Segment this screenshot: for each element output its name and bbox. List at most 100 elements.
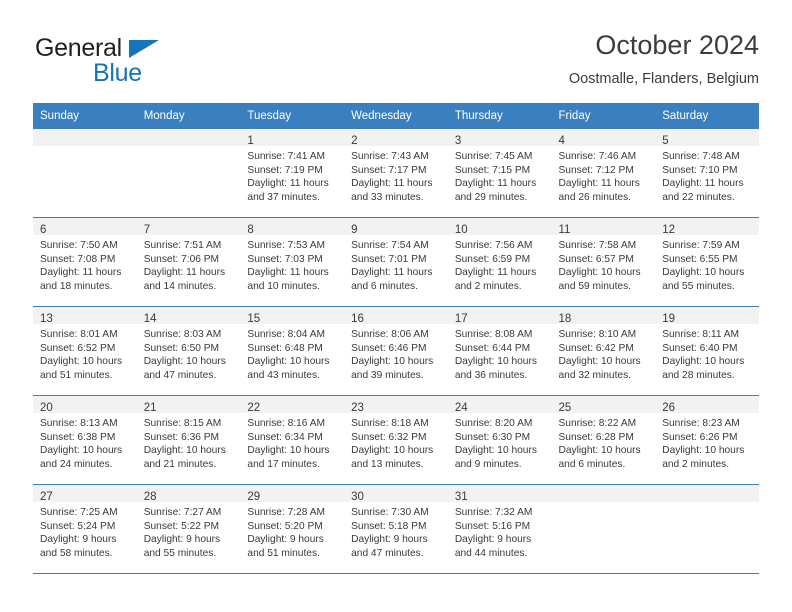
day-number: 30 <box>351 491 364 503</box>
sunset-text: Sunset: 5:22 PM <box>143 520 220 532</box>
daylight-text-line1: Daylight: 10 hours <box>40 445 123 457</box>
daylight-text-line2: and 9 minutes. <box>454 458 522 470</box>
day-cell[interactable]: 20 Sunrise: 8:13 AM Sunset: 6:38 PM Dayligh… <box>33 395 137 485</box>
daylight-text-line2: and 33 minutes. <box>351 191 424 203</box>
sunset-text: Sunset: 7:10 PM <box>662 164 738 176</box>
day-cell[interactable]: 12 Sunrise: 7:59 AM Sunset: 6:55 PM Dayligh… <box>655 217 759 307</box>
day-cell[interactable]: 30 Sunrise: 7:30 AM Sunset: 5:18 PM Dayligh… <box>344 484 448 574</box>
daylight-text-line1: Daylight: 11 hours <box>454 178 537 190</box>
day-number: 4 <box>558 135 565 147</box>
sunrise-text: Sunrise: 7:53 AM <box>247 240 325 251</box>
day-cell[interactable]: 16 Sunrise: 8:06 AM Sunset: 6:46 PM Dayligh… <box>344 306 448 396</box>
day-number: 5 <box>662 135 669 147</box>
day-cell[interactable] <box>136 128 241 218</box>
day-cell[interactable]: 8 Sunrise: 7:53 AM Sunset: 7:03 PM Daylight… <box>240 217 345 307</box>
daylight-text-line1: Daylight: 10 hours <box>558 267 641 279</box>
day-cell[interactable]: 3 Sunrise: 7:45 AM Sunset: 7:15 PM Daylight… <box>447 128 552 218</box>
sunrise-text: Sunrise: 7:46 AM <box>558 151 637 162</box>
sunrise-text: Sunrise: 7:28 AM <box>247 507 325 518</box>
sunrise-text: Sunrise: 7:45 AM <box>454 151 533 162</box>
sunrise-text: Sunrise: 7:50 AM <box>40 240 118 251</box>
daylight-text-line2: and 6 minutes. <box>558 458 626 470</box>
daylight-text-line1: Daylight: 10 hours <box>247 445 330 457</box>
weekday-header-sunday: Sunday <box>33 103 137 129</box>
daylight-text-line2: and 55 minutes. <box>143 547 217 559</box>
day-cell[interactable] <box>655 484 759 574</box>
sunrise-text: Sunrise: 8:11 AM <box>662 329 740 340</box>
day-number: 6 <box>40 224 47 236</box>
day-cell[interactable]: 5 Sunrise: 7:48 AM Sunset: 7:10 PM Daylight… <box>655 128 759 218</box>
day-cell[interactable]: 28 Sunrise: 7:27 AM Sunset: 5:22 PM Dayligh… <box>136 484 241 574</box>
sunset-text: Sunset: 7:06 PM <box>143 253 220 265</box>
day-cell[interactable]: 13 Sunrise: 8:01 AM Sunset: 6:52 PM Dayligh… <box>33 306 137 396</box>
weekday-header-friday: Friday <box>551 103 656 129</box>
day-cell[interactable]: 31 Sunrise: 7:32 AM Sunset: 5:16 PM Dayligh… <box>447 484 552 574</box>
day-number: 14 <box>143 313 157 325</box>
brand-logo[interactable]: General Blue <box>33 28 293 90</box>
sunset-text: Sunset: 6:28 PM <box>558 431 634 443</box>
daylight-text-line1: Daylight: 10 hours <box>247 356 330 368</box>
daylight-text-line2: and 36 minutes. <box>454 369 528 381</box>
day-cell[interactable]: 2 Sunrise: 7:43 AM Sunset: 7:17 PM Daylight… <box>344 128 448 218</box>
daylight-text-line1: Daylight: 10 hours <box>662 356 745 368</box>
sunset-text: Sunset: 7:19 PM <box>247 164 323 176</box>
day-cell[interactable]: 21 Sunrise: 8:15 AM Sunset: 6:36 PM Dayligh… <box>136 395 241 485</box>
day-cell[interactable]: 23 Sunrise: 8:18 AM Sunset: 6:32 PM Dayligh… <box>344 395 448 485</box>
day-cell[interactable] <box>33 128 137 218</box>
day-cell[interactable]: 10 Sunrise: 7:56 AM Sunset: 6:59 PM Dayligh… <box>447 217 552 307</box>
day-number: 9 <box>351 224 358 236</box>
sunset-text: Sunset: 7:03 PM <box>247 253 323 265</box>
daylight-text-line1: Daylight: 10 hours <box>454 445 537 457</box>
sunrise-text: Sunrise: 7:41 AM <box>247 151 325 162</box>
sunrise-text: Sunrise: 7:56 AM <box>454 240 533 251</box>
daylight-text-line2: and 51 minutes. <box>247 547 320 559</box>
daylight-text-line2: and 10 minutes. <box>247 280 320 292</box>
daylight-text-line1: Daylight: 11 hours <box>351 178 433 190</box>
sunrise-text: Sunrise: 7:54 AM <box>351 240 429 251</box>
daylight-text-line2: and 32 minutes. <box>558 369 632 381</box>
title-block: October 2024 Oostmalle, Flanders, Belgiu… <box>569 28 759 90</box>
day-number: 10 <box>454 224 468 236</box>
daylight-text-line1: Daylight: 11 hours <box>454 267 537 279</box>
day-cell[interactable]: 29 Sunrise: 7:28 AM Sunset: 5:20 PM Dayligh… <box>240 484 345 574</box>
sunset-text: Sunset: 6:46 PM <box>351 342 427 354</box>
day-cell[interactable]: 7 Sunrise: 7:51 AM Sunset: 7:06 PM Daylight… <box>136 217 241 307</box>
daylight-text-line1: Daylight: 10 hours <box>351 356 434 368</box>
daylight-text-line2: and 59 minutes. <box>558 280 632 292</box>
sunrise-text: Sunrise: 7:32 AM <box>454 507 533 518</box>
daylight-text-line1: Daylight: 11 hours <box>662 178 744 190</box>
daylight-text-line2: and 14 minutes. <box>143 280 217 292</box>
day-cell[interactable]: 18 Sunrise: 8:10 AM Sunset: 6:42 PM Dayligh… <box>551 306 656 396</box>
daylight-text-line1: Daylight: 10 hours <box>143 445 226 457</box>
sunset-text: Sunset: 7:12 PM <box>558 164 634 176</box>
day-cell[interactable]: 15 Sunrise: 8:04 AM Sunset: 6:48 PM Dayligh… <box>240 306 345 396</box>
day-cell[interactable]: 4 Sunrise: 7:46 AM Sunset: 7:12 PM Daylight… <box>551 128 656 218</box>
day-cell[interactable]: 27 Sunrise: 7:25 AM Sunset: 5:24 PM Dayligh… <box>33 484 137 574</box>
sunset-text: Sunset: 6:59 PM <box>454 253 531 265</box>
day-number: 11 <box>558 224 571 236</box>
day-cell[interactable]: 1 Sunrise: 7:41 AM Sunset: 7:19 PM Daylight… <box>240 128 345 218</box>
page-subtitle: Oostmalle, Flanders, Belgium <box>568 71 759 87</box>
day-cell[interactable]: 6 Sunrise: 7:50 AM Sunset: 7:08 PM Daylight… <box>33 217 137 307</box>
sunset-text: Sunset: 6:40 PM <box>662 342 738 354</box>
day-number: 1 <box>247 135 254 147</box>
day-cell[interactable]: 19 Sunrise: 8:11 AM Sunset: 6:40 PM Dayligh… <box>655 306 759 396</box>
daylight-text-line2: and 28 minutes. <box>662 369 735 381</box>
day-cell[interactable]: 24 Sunrise: 8:20 AM Sunset: 6:30 PM Dayligh… <box>447 395 552 485</box>
day-cell[interactable]: 14 Sunrise: 8:03 AM Sunset: 6:50 PM Dayligh… <box>136 306 241 396</box>
day-cell[interactable]: 11 Sunrise: 7:58 AM Sunset: 6:57 PM Dayligh… <box>551 217 656 307</box>
page-title: October 2024 <box>595 30 759 60</box>
sunset-text: Sunset: 6:42 PM <box>558 342 634 354</box>
daylight-text-line1: Daylight: 9 hours <box>247 534 324 546</box>
day-cell[interactable]: 17 Sunrise: 8:08 AM Sunset: 6:44 PM Dayligh… <box>447 306 552 396</box>
day-cell[interactable]: 26 Sunrise: 8:23 AM Sunset: 6:26 PM Dayligh… <box>655 395 759 485</box>
calendar-header-row: Sunday Monday Tuesday Wednesday Thursday… <box>33 103 759 129</box>
day-number: 20 <box>40 402 53 414</box>
daylight-text-line1: Daylight: 10 hours <box>558 445 641 457</box>
day-cell[interactable]: 25 Sunrise: 8:22 AM Sunset: 6:28 PM Dayligh… <box>551 395 656 485</box>
day-cell[interactable]: 9 Sunrise: 7:54 AM Sunset: 7:01 PM Daylight… <box>344 217 448 307</box>
sunrise-text: Sunrise: 8:04 AM <box>247 329 325 340</box>
day-number: 31 <box>454 491 468 503</box>
day-cell[interactable] <box>551 484 656 574</box>
day-cell[interactable]: 22 Sunrise: 8:16 AM Sunset: 6:34 PM Dayligh… <box>240 395 345 485</box>
